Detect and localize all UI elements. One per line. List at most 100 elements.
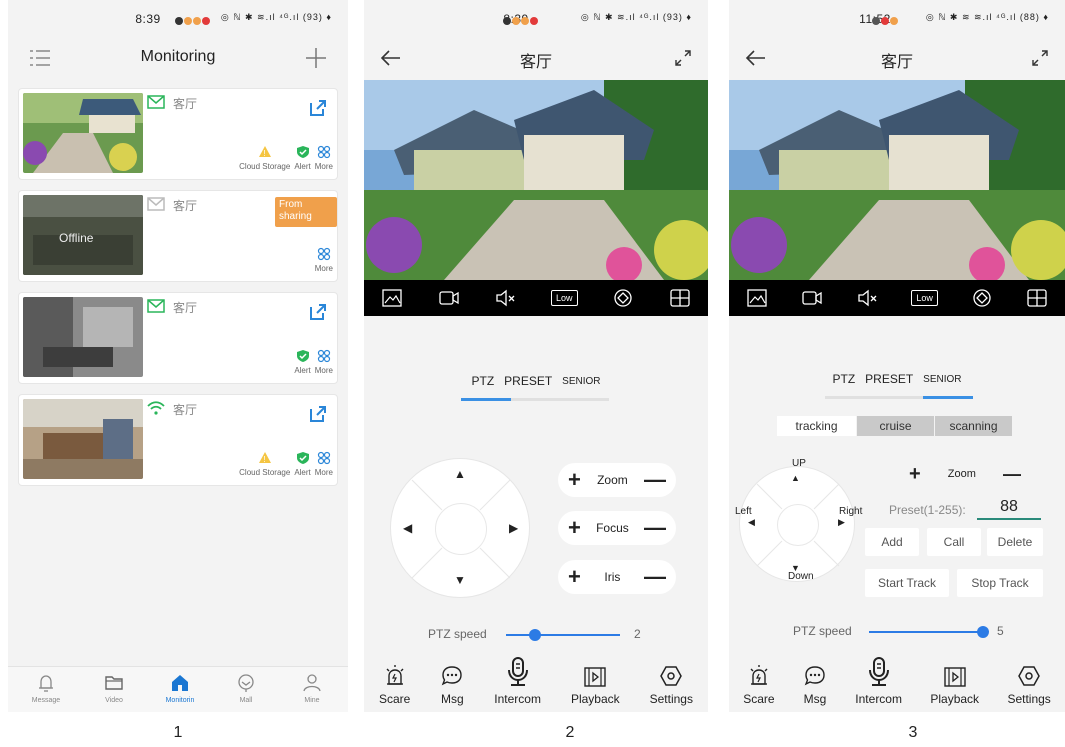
ptz-center[interactable] — [435, 503, 487, 555]
zoom-out-button[interactable]: — — [644, 467, 666, 493]
tab-ptz[interactable]: PTZ — [471, 374, 494, 388]
more-button[interactable]: More — [315, 247, 333, 273]
iris-plus-button[interactable]: + — [568, 564, 581, 590]
notification-icons — [174, 13, 210, 27]
add-preset-button[interactable]: Add — [865, 528, 919, 556]
playback-label: Playback — [930, 692, 980, 706]
screenshot-icon[interactable] — [381, 287, 403, 309]
split-screen-icon[interactable] — [669, 287, 691, 309]
tab-preset[interactable]: PRESET — [865, 372, 913, 386]
stop-track-button[interactable]: Stop Track — [957, 569, 1043, 597]
add-device-icon[interactable] — [306, 48, 326, 68]
left-arrow-icon[interactable]: ◀ — [403, 521, 412, 535]
more-grid-icon — [317, 145, 330, 159]
live-video[interactable] — [729, 80, 1065, 280]
focus-minus-button[interactable]: — — [644, 515, 666, 541]
zoom-in-button[interactable]: + — [568, 467, 581, 493]
call-preset-button[interactable]: Call — [927, 528, 981, 556]
alert-button[interactable]: Alert — [294, 349, 311, 375]
playback-button[interactable]: Playback — [571, 666, 620, 706]
msg-button[interactable]: Msg — [440, 664, 464, 706]
speed-slider[interactable] — [869, 631, 983, 633]
live-video[interactable] — [364, 80, 708, 280]
device-card[interactable]: 客厅 ! Cloud Storage Alert More — [18, 88, 338, 180]
more-label: More — [314, 264, 333, 273]
record-icon[interactable] — [438, 287, 460, 309]
speed-slider-knob[interactable] — [528, 629, 541, 641]
screenshot-icon[interactable] — [746, 287, 768, 309]
mall-icon — [238, 674, 254, 692]
camera-thumbnail[interactable] — [23, 93, 143, 173]
tab-senior[interactable]: SENIOR — [923, 372, 961, 386]
ptz-center[interactable] — [777, 504, 819, 546]
msg-button[interactable]: Msg — [803, 664, 827, 706]
status-icons: ◎ ℕ ✱ ≋.ıl ⁴ᴳ.ıl (93) ♦ — [220, 12, 332, 22]
intercom-button[interactable]: Intercom — [494, 656, 541, 706]
playback-button[interactable]: Playback — [930, 666, 979, 706]
settings-button[interactable]: Settings — [650, 664, 693, 706]
mode-cruise[interactable]: cruise — [857, 416, 935, 436]
fullscreen-icon[interactable] — [1031, 49, 1049, 67]
up-arrow-icon[interactable]: ▲ — [791, 473, 800, 483]
online-status-icon — [147, 95, 165, 109]
intercom-button[interactable]: Intercom — [855, 656, 902, 706]
left-arrow-icon[interactable]: ◀ — [748, 517, 755, 528]
tab-mine[interactable]: Mine — [282, 673, 342, 704]
scare-button[interactable]: Scare — [379, 664, 410, 706]
alert-button[interactable]: Alert — [294, 145, 311, 171]
zoom-label: Zoom — [947, 468, 976, 480]
tab-mall[interactable]: Mall — [216, 673, 276, 704]
tab-video[interactable]: Video — [84, 673, 144, 704]
cloud-storage-button[interactable]: ! Cloud Storage — [239, 145, 290, 171]
down-arrow-icon[interactable]: ▼ — [454, 573, 466, 587]
focus-plus-button[interactable]: + — [568, 515, 581, 541]
up-arrow-icon[interactable]: ▲ — [454, 467, 466, 481]
tab-message[interactable]: Message — [16, 673, 76, 704]
mute-icon[interactable] — [856, 287, 878, 309]
more-button[interactable]: More — [315, 451, 333, 477]
tab-preset[interactable]: PRESET — [504, 374, 552, 388]
split-screen-icon[interactable] — [1026, 287, 1048, 309]
quality-button[interactable]: Low — [551, 290, 578, 306]
delete-preset-button[interactable]: Delete — [987, 528, 1043, 556]
alert-button[interactable]: Alert — [294, 451, 311, 477]
rotate-icon[interactable] — [971, 287, 993, 309]
share-icon[interactable] — [309, 405, 327, 423]
camera-thumbnail[interactable]: Offline — [23, 195, 143, 275]
rotate-icon[interactable] — [612, 287, 634, 309]
share-icon[interactable] — [309, 99, 327, 117]
tab-senior[interactable]: SENIOR — [562, 374, 600, 388]
preset-input[interactable]: 88 — [977, 498, 1041, 520]
fullscreen-icon[interactable] — [674, 49, 692, 67]
cloud-storage-button[interactable]: ! Cloud Storage — [239, 451, 290, 477]
tab-monitoring[interactable]: Monitorin — [150, 673, 210, 704]
zoom-out-button[interactable]: — — [1003, 464, 1021, 485]
camera-thumbnail[interactable] — [23, 297, 143, 377]
status-bar: 8:39 ◎ ℕ ✱ ≋.ıl ⁴ᴳ.ıl (93) ♦ — [364, 12, 708, 36]
iris-minus-button[interactable]: — — [644, 564, 666, 590]
mute-icon[interactable] — [494, 287, 516, 309]
speed-slider-knob[interactable] — [977, 626, 989, 638]
speed-slider[interactable] — [506, 634, 620, 636]
device-card[interactable]: Offline 客厅 From sharing More — [18, 190, 338, 282]
more-button[interactable]: More — [315, 145, 333, 171]
mode-scanning[interactable]: scanning — [935, 416, 1013, 436]
more-button[interactable]: More — [315, 349, 333, 375]
record-icon[interactable] — [801, 287, 823, 309]
ptz-direction-pad[interactable]: ▲ ▼ ◀ ▶ — [390, 458, 530, 598]
camera-thumbnail[interactable] — [23, 399, 143, 479]
tab-ptz[interactable]: PTZ — [832, 372, 855, 386]
device-card[interactable]: 客厅 ! Cloud Storage Alert More — [18, 394, 338, 486]
mode-tracking[interactable]: tracking — [777, 416, 857, 436]
scare-button[interactable]: Scare — [743, 664, 775, 706]
quality-button[interactable]: Low — [911, 290, 938, 306]
start-track-button[interactable]: Start Track — [865, 569, 949, 597]
more-label: More — [314, 162, 333, 171]
zoom-in-button[interactable]: + — [909, 463, 921, 486]
share-icon[interactable] — [309, 303, 327, 321]
settings-button[interactable]: Settings — [1007, 664, 1051, 706]
ptz-direction-pad[interactable]: ▲ ▼ ◀ ▶ — [739, 466, 855, 582]
device-card[interactable]: 客厅 Alert More — [18, 292, 338, 384]
right-arrow-icon[interactable]: ▶ — [509, 521, 518, 535]
right-arrow-icon[interactable]: ▶ — [838, 517, 845, 528]
